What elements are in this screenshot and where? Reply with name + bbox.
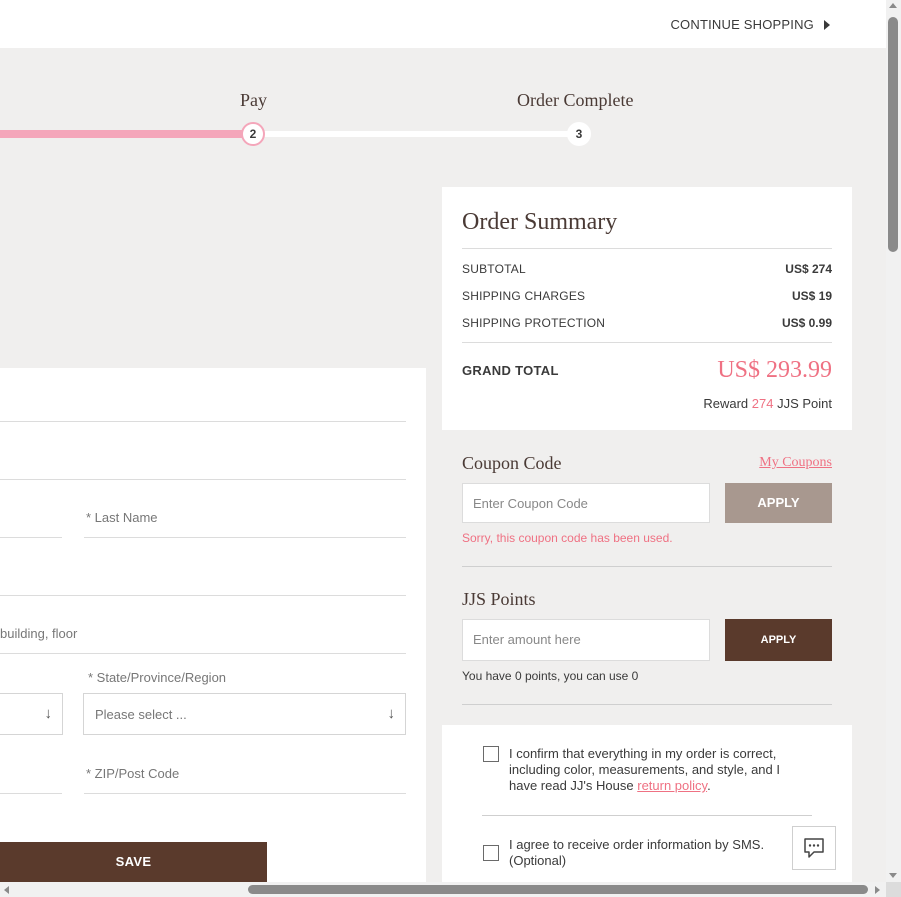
- step-label-pay: Pay: [240, 90, 267, 110]
- last-name-field[interactable]: * Last Name: [86, 510, 158, 525]
- points-input[interactable]: Enter amount here: [462, 619, 710, 661]
- field-underline-1: [0, 421, 406, 422]
- scroll-right-icon[interactable]: [875, 886, 880, 894]
- horizontal-scroll-thumb[interactable]: [248, 885, 868, 894]
- order-summary-title: Order Summary: [462, 209, 618, 235]
- grand-total-label: GRAND TOTAL: [462, 363, 559, 378]
- save-button[interactable]: SAVE: [0, 842, 267, 882]
- zip-field[interactable]: * ZIP/Post Code: [86, 766, 179, 781]
- summary-divider: [462, 342, 832, 343]
- summary-row-shipping: SHIPPING CHARGES US$ 19: [462, 289, 832, 303]
- summary-row-label: SUBTOTAL: [462, 262, 526, 276]
- chat-button[interactable]: [792, 826, 836, 870]
- scrollbar-corner: [886, 882, 901, 897]
- sms-text: I agree to receive order information by …: [509, 837, 764, 869]
- arrow-down-icon: ↓: [387, 705, 396, 722]
- jjs-points-title: JJS Points: [462, 589, 536, 609]
- points-note: You have 0 points, you can use 0: [462, 669, 639, 683]
- step-dot-2: 2: [241, 122, 265, 146]
- address2-field[interactable]: building, floor: [0, 626, 77, 641]
- confirm-order-text: I confirm that everything in my order is…: [509, 746, 780, 794]
- sms-line: I agree to receive order information by …: [509, 837, 765, 852]
- triangle-right-icon: [824, 19, 830, 30]
- reward-suffix: JJS Point: [777, 396, 832, 411]
- summary-row-value: US$ 19: [791, 289, 832, 303]
- coupon-title: Coupon Code: [462, 453, 562, 473]
- section-divider: [462, 566, 832, 567]
- reward-points-value: 274: [751, 396, 774, 411]
- return-policy-link[interactable]: return policy: [637, 778, 707, 793]
- coupon-apply-button[interactable]: APPLY: [725, 483, 832, 523]
- country-select[interactable]: ↓: [0, 693, 63, 735]
- continue-shopping-link[interactable]: CONTINUE SHOPPING: [670, 17, 830, 32]
- progress-bar-completed: [0, 130, 255, 138]
- scroll-up-icon[interactable]: [889, 3, 897, 8]
- confirm-line: I confirm that everything in my order is…: [509, 746, 777, 761]
- step-dot-3: 3: [567, 122, 591, 146]
- last-name-underline: [84, 537, 406, 538]
- my-coupons-link[interactable]: My Coupons: [759, 455, 832, 471]
- confirm-line-suffix: .: [707, 778, 711, 793]
- grand-total-value: US$ 293.99: [717, 357, 832, 383]
- coupon-input[interactable]: Enter Coupon Code: [462, 483, 710, 523]
- state-select-placeholder: Please select ...: [95, 707, 187, 722]
- arrow-down-icon: ↓: [44, 705, 53, 722]
- summary-row-label: SHIPPING PROTECTION: [462, 316, 606, 330]
- address-underline[interactable]: [0, 595, 406, 596]
- points-apply-button[interactable]: APPLY: [725, 619, 832, 661]
- zip-underline: [84, 793, 406, 794]
- confirm-divider: [482, 815, 812, 816]
- confirm-line-prefix: have read JJ's House: [509, 778, 634, 793]
- confirm-line: including color, measurements, and style…: [509, 762, 780, 777]
- address2-underline: [0, 653, 406, 654]
- reward-prefix: Reward: [703, 396, 749, 411]
- city-underline[interactable]: [0, 793, 62, 794]
- confirm-order-checkbox[interactable]: [483, 746, 499, 762]
- section-divider: [462, 704, 832, 705]
- summary-row-value: US$ 274: [785, 262, 832, 276]
- confirm-line: have read JJ's House return policy.: [509, 778, 780, 794]
- top-bar: CONTINUE SHOPPING: [0, 0, 886, 48]
- summary-divider: [462, 248, 832, 249]
- state-label: * State/Province/Region: [88, 670, 227, 685]
- state-select[interactable]: Please select ... ↓: [83, 693, 406, 735]
- field-underline-2: [0, 479, 406, 480]
- reward-points: Reward 274 JJS Point: [703, 396, 832, 411]
- progress-bar-remaining: [255, 131, 580, 137]
- summary-row-value: US$ 0.99: [781, 316, 832, 330]
- summary-row-protection: SHIPPING PROTECTION US$ 0.99: [462, 316, 832, 330]
- continue-shopping-label: CONTINUE SHOPPING: [670, 17, 814, 32]
- chat-bubble-icon: [804, 838, 824, 858]
- sms-checkbox[interactable]: [483, 845, 499, 861]
- sms-line: (Optional): [509, 853, 567, 868]
- order-summary: Order Summary SUBTOTAL US$ 274 SHIPPING …: [442, 187, 852, 430]
- scroll-down-icon[interactable]: [889, 873, 897, 878]
- scroll-left-icon[interactable]: [4, 886, 9, 894]
- vertical-scroll-thumb[interactable]: [888, 17, 898, 252]
- first-name-underline[interactable]: [0, 537, 62, 538]
- step-label-order-complete: Order Complete: [517, 90, 634, 110]
- summary-row-label: SHIPPING CHARGES: [462, 289, 586, 303]
- coupon-error: Sorry, this coupon code has been used.: [462, 531, 673, 545]
- summary-row-subtotal: SUBTOTAL US$ 274: [462, 262, 832, 276]
